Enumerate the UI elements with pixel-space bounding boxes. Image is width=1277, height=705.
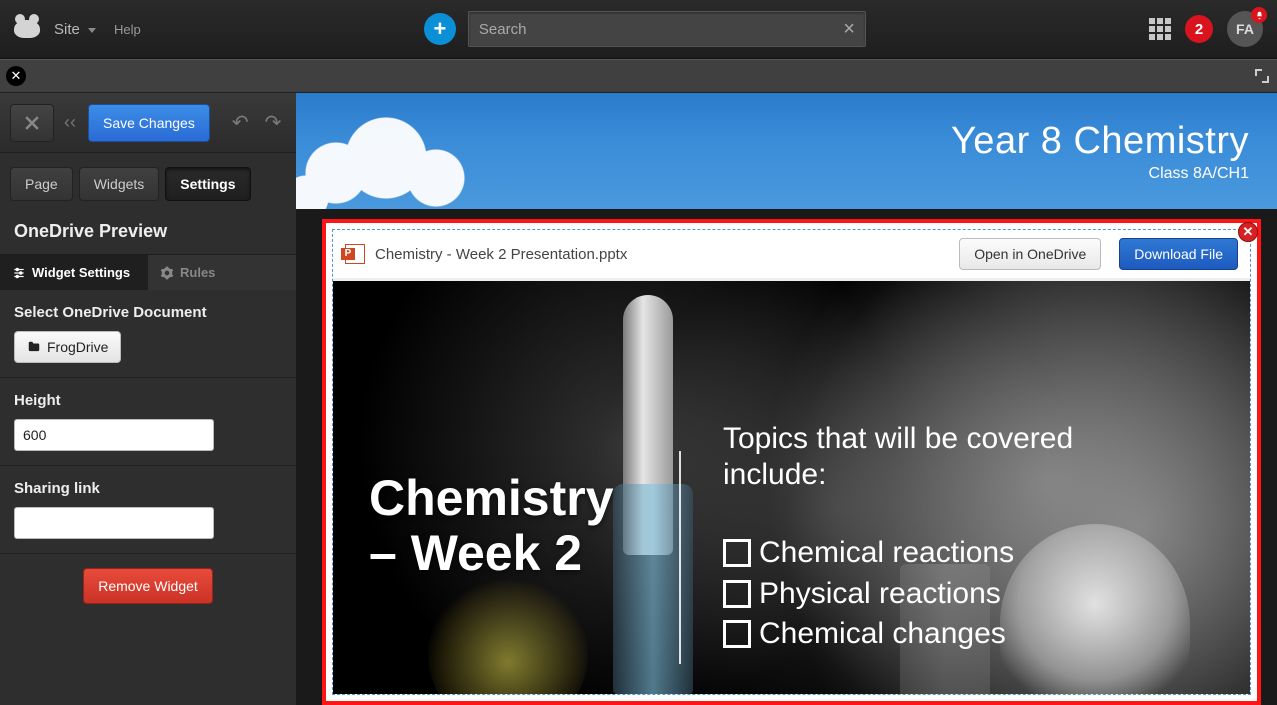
undo-icon[interactable]: ↶ [232, 110, 249, 135]
field-select-document: Select OneDrive Document FrogDrive [0, 290, 296, 378]
chevron-left-icon: ‹‹ [64, 112, 78, 133]
onedrive-widget[interactable]: ✕ Chemistry - Week 2 Presentation.pptx O… [322, 219, 1261, 705]
apps-grid-icon[interactable] [1149, 18, 1171, 40]
file-header: Chemistry - Week 2 Presentation.pptx Ope… [333, 230, 1250, 278]
widget-selection-border: ✕ Chemistry - Week 2 Presentation.pptx O… [332, 229, 1251, 695]
page-banner: Year 8 Chemistry Class 8A/CH1 [296, 93, 1277, 209]
select-document-label: Select OneDrive Document [14, 304, 282, 321]
save-button-label: Save Changes [103, 115, 195, 131]
search-field[interactable]: × [468, 11, 866, 47]
frogdrive-label: FrogDrive [47, 339, 108, 355]
widget-close-icon[interactable]: ✕ [1238, 222, 1258, 242]
download-file-button[interactable]: Download File [1119, 238, 1238, 270]
clear-search-icon[interactable]: × [843, 18, 855, 41]
cloud-graphic [296, 103, 516, 209]
slide-title-line-1: Chemistry [369, 471, 614, 526]
frogdrive-button[interactable]: FrogDrive [14, 331, 121, 363]
search-input[interactable] [479, 21, 843, 38]
fullscreen-icon[interactable] [1253, 67, 1271, 85]
seg-rules-label: Rules [180, 265, 215, 280]
topics-heading-line-1: Topics that will be covered [723, 422, 1073, 455]
content-pane: Year 8 Chemistry Class 8A/CH1 ✕ Chemistr… [296, 93, 1277, 705]
sidebar-toolbar: ‹‹ Save Changes ↶ ↷ [0, 93, 296, 153]
discard-button[interactable] [10, 104, 54, 142]
cylinder-graphic [613, 484, 693, 694]
save-button[interactable]: Save Changes [88, 104, 210, 142]
slide-preview: Chemistry – Week 2 Topics that will be c… [333, 278, 1250, 694]
caret-down-icon [88, 28, 96, 33]
topics-heading-line-2: include: [723, 458, 826, 491]
slide-title-line-2: – Week 2 [369, 526, 614, 581]
settings-segments: Widget Settings Rules [0, 255, 296, 290]
close-panel-button[interactable]: ✕ [6, 66, 26, 86]
slide-title: Chemistry – Week 2 [369, 471, 614, 581]
open-in-onedrive-button[interactable]: Open in OneDrive [959, 238, 1101, 270]
seg-widget-settings[interactable]: Widget Settings [0, 255, 148, 290]
widget-title: OneDrive Preview [0, 201, 296, 255]
user-avatar[interactable]: FA [1227, 11, 1263, 47]
site-menu[interactable]: Site [54, 21, 96, 38]
topic-item: Physical reactions [723, 574, 1220, 615]
site-menu-label: Site [54, 21, 80, 38]
folder-icon [27, 340, 41, 354]
tab-settings[interactable]: Settings [165, 167, 250, 201]
tab-page[interactable]: Page [10, 167, 73, 201]
x-icon [22, 113, 42, 133]
topic-item: Chemical changes [723, 614, 1220, 655]
height-input[interactable] [14, 419, 214, 451]
app-logo-icon [14, 20, 40, 38]
plus-icon: + [433, 18, 446, 40]
add-button[interactable]: + [424, 13, 456, 45]
notification-badge[interactable]: 2 [1185, 15, 1213, 43]
help-link[interactable]: Help [114, 22, 141, 37]
page-title: Year 8 Chemistry [951, 120, 1249, 163]
powerpoint-icon [345, 244, 365, 264]
avatar-initials: FA [1236, 21, 1254, 37]
bell-badge-icon [1251, 7, 1267, 23]
settings-sidebar: ‹‹ Save Changes ↶ ↷ Page Widgets Setting… [0, 93, 296, 705]
top-bar: Site Help + × 2 FA [0, 0, 1277, 59]
gear-icon [160, 266, 174, 280]
slide-topics: Topics that will be covered include: Che… [723, 421, 1220, 655]
field-sharing-link: Sharing link [0, 466, 296, 554]
file-name: Chemistry - Week 2 Presentation.pptx [375, 246, 949, 263]
slide-divider [679, 451, 681, 664]
seg-widget-settings-label: Widget Settings [32, 265, 130, 280]
seg-rules[interactable]: Rules [148, 255, 296, 290]
remove-widget-button[interactable]: Remove Widget [83, 568, 213, 604]
topic-item: Chemical reactions [723, 533, 1220, 574]
sidebar-tabs: Page Widgets Settings [0, 153, 296, 201]
sharing-link-input[interactable] [14, 507, 214, 539]
page-subtitle: Class 8A/CH1 [951, 165, 1249, 183]
sharing-link-label: Sharing link [14, 480, 282, 497]
sliders-icon [12, 266, 26, 280]
tab-widgets[interactable]: Widgets [79, 167, 160, 201]
redo-icon[interactable]: ↷ [265, 110, 282, 135]
sub-bar: ✕ [0, 59, 1277, 93]
height-label: Height [14, 392, 282, 409]
field-height: Height [0, 378, 296, 466]
